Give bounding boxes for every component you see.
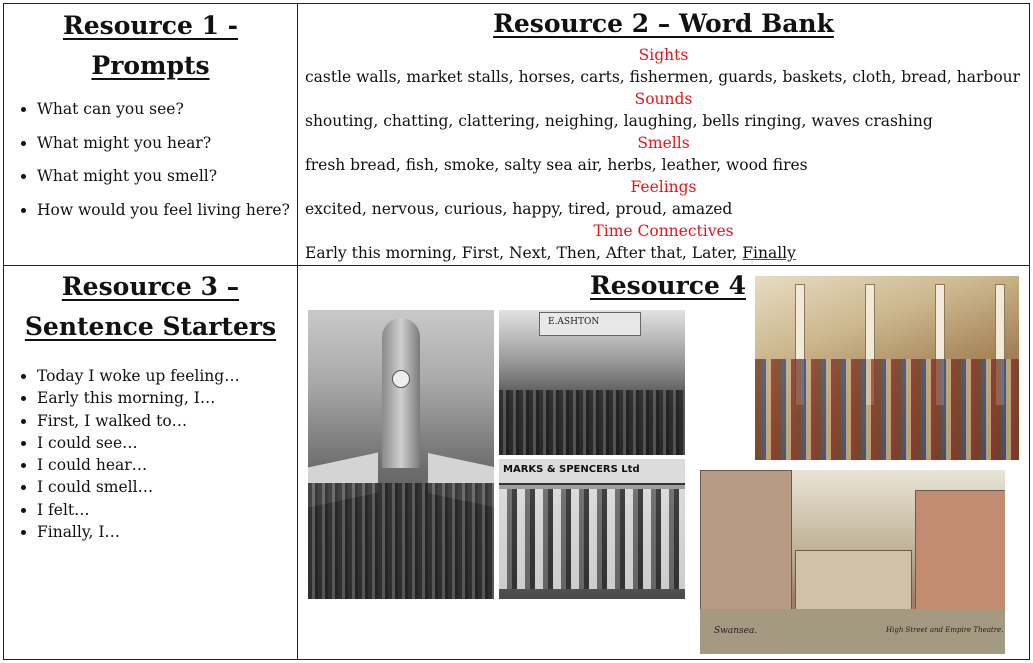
word-bank: Sights castle walls, market stalls, hors…: [298, 44, 1029, 264]
resource-2-title: Resource 2 – Word Bank: [493, 9, 834, 38]
building-shape: [795, 550, 912, 612]
list-item: What might you hear?: [37, 127, 297, 161]
list-item: What can you see?: [37, 93, 297, 127]
list-item: I felt…: [37, 499, 297, 521]
shopfront-text: MARKS & SPENCERS Ltd: [503, 464, 640, 475]
resource-1-cell: Resource 1 - Prompts What can you see? W…: [4, 4, 297, 265]
stall-sign: E.ASHTON: [539, 312, 641, 336]
words-sounds: shouting, chatting, clattering, neighing…: [305, 112, 933, 130]
ashton-stall-photo: E.ASHTON: [499, 310, 685, 455]
clock-icon: [392, 370, 410, 388]
building-shape: [700, 470, 792, 622]
market-people-shape: [755, 358, 1019, 460]
market-painting: [755, 276, 1019, 460]
resource-4-cell: Resource 4 E.ASHTON MARKS & SPENCERS Ltd: [298, 266, 1029, 659]
list-item: I could see…: [37, 432, 297, 454]
resource-2-cell: Resource 2 – Word Bank Sights castle wal…: [298, 4, 1029, 265]
workers-shape: [499, 389, 685, 455]
words-feelings: excited, nervous, curious, happy, tired,…: [305, 200, 733, 218]
crowd-shape: [308, 483, 494, 599]
prompt-list: What can you see? What might you hear? W…: [4, 93, 297, 227]
category-time-connectives: Time Connectives: [593, 222, 734, 240]
resource-1-title-line2: Prompts: [91, 51, 210, 80]
resource-3-title-line2: Sentence Starters: [24, 312, 277, 341]
list-item: What might you smell?: [37, 160, 297, 194]
resource-4-title: Resource 4: [589, 271, 746, 300]
postcard-caption-right: High Street and Empire Theatre.: [886, 626, 1004, 634]
swansea-postcard: Swansea. High Street and Empire Theatre.: [700, 470, 1005, 654]
words-sights: castle walls, market stalls, horses, car…: [305, 68, 1021, 86]
category-sights: Sights: [638, 46, 689, 64]
list-item: I could smell…: [37, 476, 297, 498]
shopfront-sign: MARKS & SPENCERS Ltd: [499, 459, 685, 485]
list-item: How would you feel living here?: [37, 194, 297, 228]
resource-3-cell: Resource 3 – Sentence Starters Today I w…: [4, 266, 297, 659]
category-smells: Smells: [637, 134, 690, 152]
words-time-connectives: Early this morning, First, Next, Then, A…: [298, 242, 1029, 264]
list-item: Early this morning, I…: [37, 387, 297, 409]
stall-sign-text: E.ASHTON: [548, 317, 600, 327]
postcard-caption-left: Swansea.: [714, 626, 758, 636]
category-sounds: Sounds: [634, 90, 693, 108]
resource-3-title-line1: Resource 3 –: [61, 272, 240, 301]
list-item: First, I walked to…: [37, 410, 297, 432]
list-item: Finally, I…: [37, 521, 297, 543]
market-tower-photo: [308, 310, 494, 599]
sentence-starter-list: Today I woke up feeling… Early this morn…: [4, 365, 297, 543]
words-smells: fresh bread, fish, smoke, salty sea air,…: [305, 156, 808, 174]
clock-tower-shape: [382, 318, 420, 468]
finally-word: Finally: [742, 244, 796, 262]
category-feelings: Feelings: [630, 178, 697, 196]
time-connectives-text: Early this morning, First, Next, Then, A…: [305, 244, 738, 262]
list-item: I could hear…: [37, 454, 297, 476]
list-item: Today I woke up feeling…: [37, 365, 297, 387]
penny-bazaar-photo: MARKS & SPENCERS Ltd: [499, 459, 685, 599]
goods-display: [499, 489, 685, 589]
resource-1-title-line1: Resource 1 -: [62, 11, 239, 40]
building-shape: [915, 490, 1005, 622]
